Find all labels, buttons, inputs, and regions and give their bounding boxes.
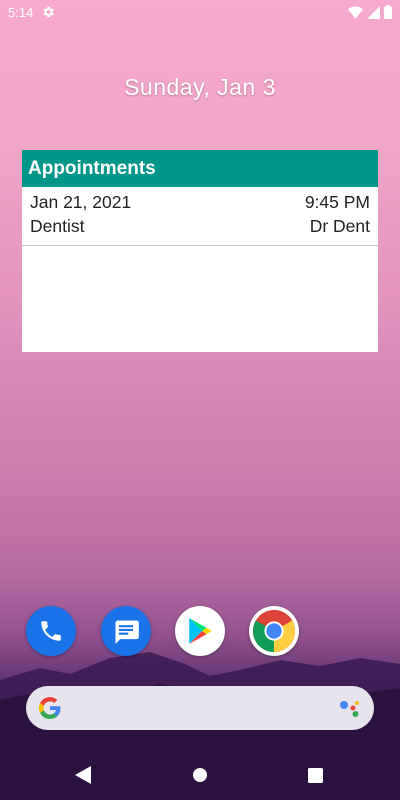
cellular-signal-icon bbox=[367, 5, 380, 19]
phone-app-icon[interactable] bbox=[26, 606, 76, 656]
app-dock bbox=[0, 606, 400, 658]
appointment-time: 9:45 PM bbox=[304, 192, 370, 212]
appointment-title: Dentist bbox=[30, 216, 85, 236]
messages-app-icon[interactable] bbox=[101, 606, 151, 656]
status-time: 5:14 bbox=[8, 4, 34, 20]
appointment-date: Jan 21, 2021 bbox=[30, 192, 132, 212]
navigation-bar bbox=[0, 750, 400, 800]
search-input[interactable] bbox=[72, 686, 338, 730]
status-icons bbox=[348, 5, 392, 19]
appointment-item[interactable]: Jan 21, 2021 9:45 PM Dentist Dr Dent bbox=[22, 187, 378, 246]
wifi-icon bbox=[348, 6, 363, 19]
chrome-app-icon[interactable] bbox=[249, 606, 299, 656]
appointment-doctor: Dr Dent bbox=[309, 216, 370, 236]
google-assistant-icon[interactable] bbox=[338, 697, 362, 719]
battery-icon bbox=[384, 5, 392, 19]
appointments-widget[interactable]: Appointments Jan 21, 2021 9:45 PM Dentis… bbox=[22, 150, 378, 352]
home-button[interactable] bbox=[189, 764, 211, 786]
settings-gear-icon bbox=[41, 5, 55, 19]
widget-title: Appointments bbox=[22, 150, 378, 187]
status-bar: 5:14 bbox=[0, 0, 400, 24]
play-store-app-icon[interactable] bbox=[175, 606, 225, 656]
back-button[interactable] bbox=[72, 764, 94, 786]
home-date[interactable]: Sunday, Jan 3 bbox=[0, 74, 400, 101]
recents-button[interactable] bbox=[304, 764, 326, 786]
google-search-bar[interactable] bbox=[26, 686, 374, 730]
google-g-logo-icon[interactable] bbox=[38, 696, 62, 720]
